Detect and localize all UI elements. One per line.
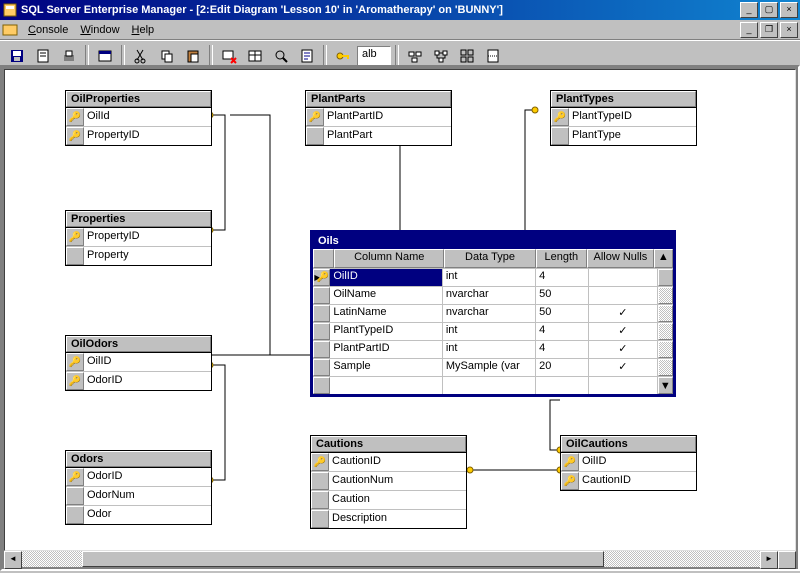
table-oilproperties[interactable]: OilProperties 🔑OilId 🔑PropertyID [65,90,212,146]
table-oilodors[interactable]: OilOdors 🔑OilID 🔑OdorID [65,335,212,391]
table-oilcautions[interactable]: OilCautions 🔑OilID 🔑CautionID [560,435,697,491]
scroll-up-icon[interactable]: ▲ [654,249,673,268]
menu-console[interactable]: Console [22,22,74,38]
col-header-name[interactable]: Column Name [334,249,444,268]
table-title[interactable]: Properties [66,211,211,227]
grid-row[interactable]: PlantPartIDint4✓ [313,340,673,358]
pk-icon: 🔑 [69,232,81,243]
close-button[interactable]: × [780,2,798,18]
pk-icon: 🔑 [309,112,321,123]
grid-row[interactable]: ▶🔑OilIDint4 [313,268,673,286]
horizontal-scrollbar[interactable]: ◄ ► [4,551,796,567]
annotation-text[interactable]: alb [357,46,391,66]
col-header-length[interactable]: Length [536,249,587,268]
pk-icon: 🔑 [69,357,81,368]
app-title: SQL Server Enterprise Manager - [2:Edit … [21,4,740,16]
grid-row[interactable]: LatinNamenvarchar50✓ [313,304,673,322]
app-icon [2,2,18,18]
scroll-down-icon[interactable]: ▼ [658,377,673,394]
minimize-button[interactable]: _ [740,2,758,18]
mdi-minimize-button[interactable]: _ [740,22,758,38]
scroll-thumb[interactable] [82,551,604,567]
table-title[interactable]: OilOdors [66,336,211,352]
grid-row[interactable]: SampleMySample (var20✓ [313,358,673,376]
table-title[interactable]: Odors [66,451,211,467]
col-header-nulls[interactable]: Allow Nulls [587,249,654,268]
pk-icon: 🔑 [69,376,81,387]
pk-icon: 🔑 [564,457,576,468]
table-title[interactable]: PlantParts [306,91,451,107]
pk-icon: 🔑 [69,472,81,483]
maximize-button[interactable]: ▢ [760,2,778,18]
table-odors[interactable]: Odors 🔑OdorID OdorNum Odor [65,450,212,525]
scroll-left-button[interactable]: ◄ [4,551,22,569]
table-title[interactable]: OilProperties [66,91,211,107]
size-grip[interactable] [778,551,796,569]
table-title[interactable]: PlantTypes [551,91,696,107]
menu-help[interactable]: Help [126,22,161,38]
table-planttypes[interactable]: PlantTypes 🔑PlantTypeID PlantType [550,90,697,146]
table-plantparts[interactable]: PlantParts 🔑PlantPartID PlantPart [305,90,452,146]
pk-icon: 🔑 [69,131,81,142]
grid-row[interactable]: PlantTypeIDint4✓ [313,322,673,340]
mdi-restore-button[interactable]: ❐ [760,22,778,38]
table-cautions[interactable]: Cautions 🔑CautionID CautionNum Caution D… [310,435,467,529]
scroll-right-button[interactable]: ► [760,551,778,569]
pk-icon: 🔑 [564,476,576,487]
mdi-icon[interactable] [2,22,18,38]
table-title[interactable]: OilCautions [561,436,696,452]
app-titlebar: SQL Server Enterprise Manager - [2:Edit … [0,0,800,20]
grid-row[interactable]: OilNamenvarchar50 [313,286,673,304]
pk-icon: 🔑 [69,112,81,123]
pk-icon: 🔑 [554,112,566,123]
menu-window[interactable]: Window [74,22,125,38]
diagram-canvas[interactable]: OilProperties 🔑OilId 🔑PropertyID Propert… [4,69,796,551]
table-title[interactable]: Cautions [311,436,466,452]
col-header-type[interactable]: Data Type [444,249,535,268]
mdi-close-button[interactable]: × [780,22,798,38]
menubar: Console Window Help _ ❐ × [0,20,800,40]
table-oils[interactable]: Oils Column Name Data Type Length Allow … [310,230,676,397]
pk-icon: 🔑 [314,457,326,468]
table-title[interactable]: Oils [313,233,673,249]
table-properties[interactable]: Properties 🔑PropertyID Property [65,210,212,266]
